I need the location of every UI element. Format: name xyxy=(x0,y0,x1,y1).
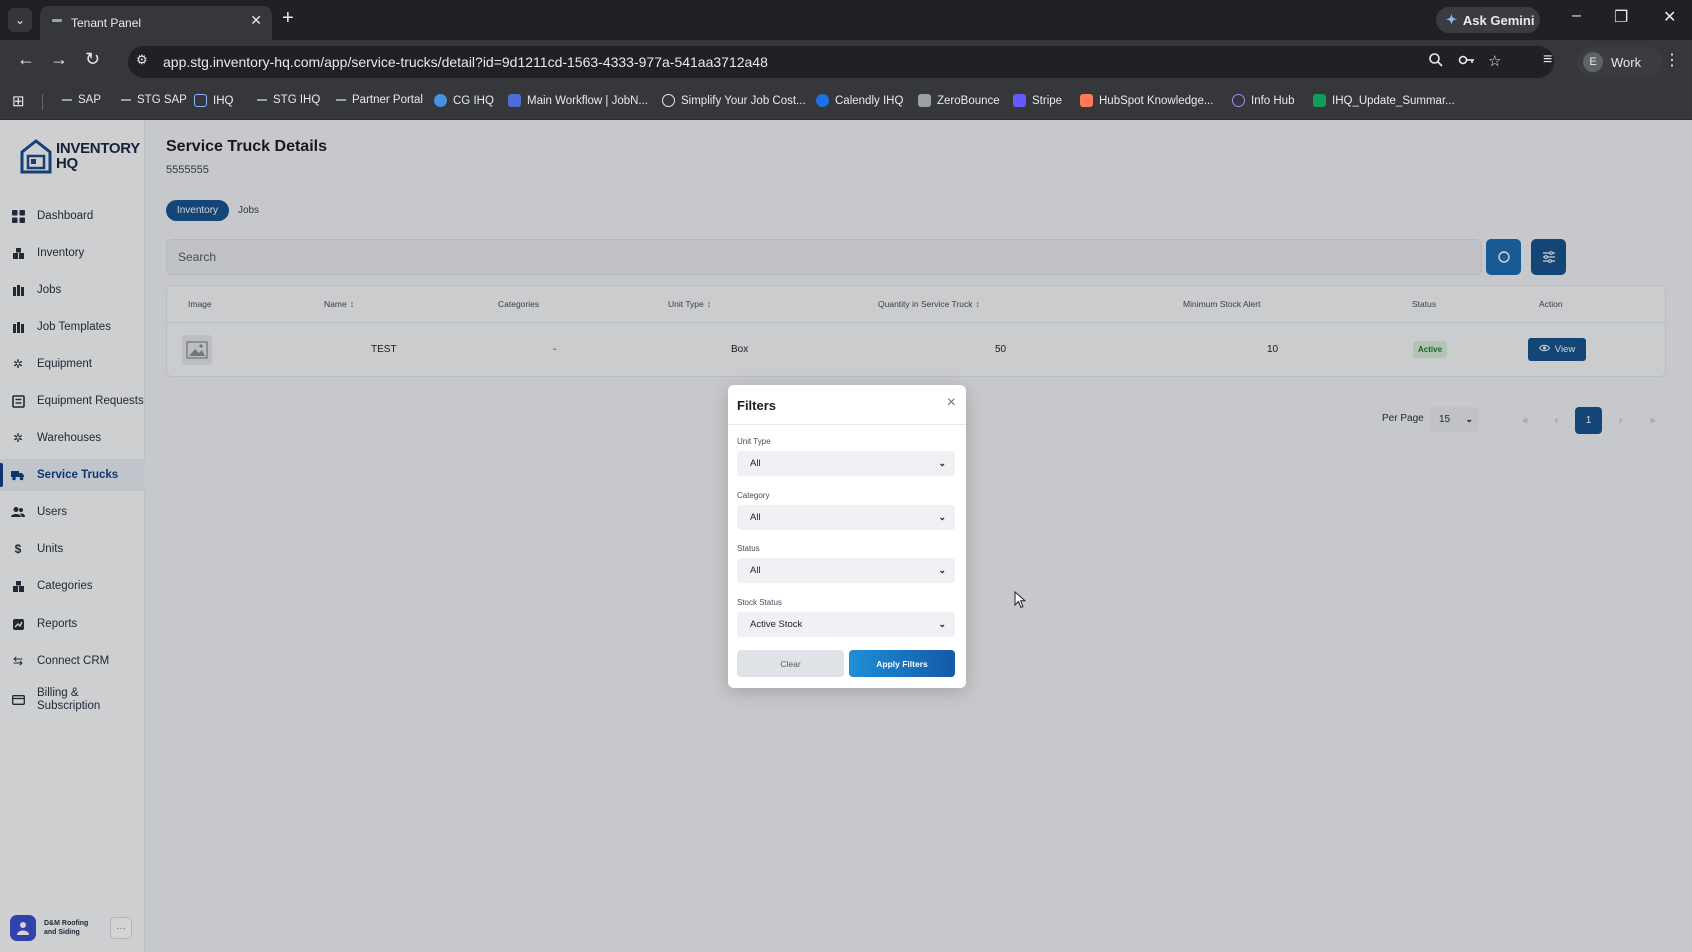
password-key-icon[interactable] xyxy=(1458,52,1476,72)
bookmark-item[interactable]: Main Workflow | JobN... xyxy=(508,94,648,107)
new-tab-button[interactable]: + xyxy=(282,7,294,30)
profile-label: Work xyxy=(1611,54,1642,70)
house-icon xyxy=(194,94,207,107)
bookmarks-bar: ⊞ SAP STG SAP IHQ STG IHQ Partner Portal… xyxy=(0,84,1692,120)
stock-status-label: Stock Status xyxy=(737,598,782,607)
bookmark-label: STG SAP xyxy=(137,94,187,106)
reload-icon[interactable]: ↻ xyxy=(85,49,100,70)
dash-favicon-icon xyxy=(62,99,72,101)
bookmark-label: Simplify Your Job Cost... xyxy=(681,94,806,107)
bookmark-label: Stripe xyxy=(1032,94,1063,107)
bookmark-item[interactable]: STG SAP xyxy=(121,94,187,106)
browser-tab-strip: ⌄ Tenant Panel ✕ + ✦ Ask Gemini – ❐ ✕ xyxy=(0,0,1692,40)
bookmark-label: CG IHQ xyxy=(453,94,494,107)
chevron-down-icon: ⌄ xyxy=(938,512,946,522)
back-icon[interactable]: ← xyxy=(17,49,35,70)
bookmark-label: Partner Portal xyxy=(352,94,423,106)
address-bar[interactable]: ⚙ app.stg.inventory-hq.com/app/service-t… xyxy=(128,46,1554,78)
bookmark-item[interactable]: STG IHQ xyxy=(257,94,320,106)
modal-title: Filters xyxy=(737,398,777,413)
bookmark-item[interactable]: ZeroBounce xyxy=(918,94,1000,107)
unit-type-label: Unit Type xyxy=(737,437,771,446)
stock-status-select[interactable]: Active Stock ⌄ xyxy=(737,612,955,637)
restore-window-button[interactable]: ❐ xyxy=(1614,7,1628,27)
stripe-icon xyxy=(1013,94,1026,107)
dash-favicon-icon xyxy=(257,99,267,101)
bookmark-label: HubSpot Knowledge... xyxy=(1099,94,1214,107)
dash-favicon-icon xyxy=(121,99,131,101)
calendly-icon xyxy=(816,94,829,107)
bookmark-item[interactable]: CG IHQ xyxy=(434,94,494,107)
bookmarks-divider xyxy=(42,94,43,110)
forward-icon[interactable]: → xyxy=(50,49,68,70)
bookmark-label: STG IHQ xyxy=(273,94,321,106)
bookmark-label: IHQ_Update_Summar... xyxy=(1332,94,1455,107)
bookmark-label: Info Hub xyxy=(1251,94,1295,107)
zoom-icon[interactable] xyxy=(1428,52,1444,72)
clear-button[interactable]: Clear xyxy=(737,650,844,677)
tab-title: Tenant Panel xyxy=(71,16,142,30)
bookmark-item[interactable]: Partner Portal xyxy=(336,94,423,106)
hubspot-icon xyxy=(1080,94,1093,107)
sheets-icon xyxy=(1313,94,1326,107)
browser-menu-icon[interactable]: ⋮ xyxy=(1664,50,1680,70)
bookmark-item[interactable]: IHQ_Update_Summar... xyxy=(1313,94,1455,107)
apply-filters-button[interactable]: Apply Filters xyxy=(849,650,955,677)
bookmark-item[interactable]: HubSpot Knowledge... xyxy=(1080,94,1213,107)
chevron-down-icon: ⌄ xyxy=(938,619,946,629)
stock-status-value: Active Stock xyxy=(750,619,803,630)
close-window-button[interactable]: ✕ xyxy=(1663,7,1676,27)
bookmark-label: ZeroBounce xyxy=(937,94,1000,107)
browser-toolbar: ← → ↻ ⚙ app.stg.inventory-hq.com/app/ser… xyxy=(0,40,1692,84)
site-info-icon[interactable]: ⚙ xyxy=(136,52,148,68)
apps-grid-icon[interactable]: ⊞ xyxy=(12,92,25,110)
globe-icon xyxy=(662,94,675,107)
status-value: All xyxy=(750,565,761,576)
profile-button[interactable]: E Work xyxy=(1577,47,1663,77)
url-text[interactable]: app.stg.inventory-hq.com/app/service-tru… xyxy=(163,54,768,70)
status-select[interactable]: All ⌄ xyxy=(737,558,955,583)
close-tab-icon[interactable]: ✕ xyxy=(250,12,262,29)
browser-tab[interactable]: Tenant Panel ✕ xyxy=(40,6,272,40)
workflow-icon xyxy=(508,94,521,107)
unit-type-value: All xyxy=(750,458,761,469)
reading-list-icon[interactable]: ≡ xyxy=(1543,51,1552,69)
bookmark-star-icon[interactable]: ☆ xyxy=(1488,52,1501,70)
bookmark-item[interactable]: Info Hub xyxy=(1232,94,1294,107)
ask-gemini-button[interactable]: ✦ Ask Gemini xyxy=(1436,7,1540,33)
bookmark-item[interactable]: IHQ xyxy=(194,94,233,107)
bookmark-label: Main Workflow | JobN... xyxy=(527,94,649,107)
chevron-down-icon: ⌄ xyxy=(938,458,946,468)
bookmark-label: SAP xyxy=(78,94,102,106)
profile-avatar: E xyxy=(1583,52,1603,72)
bookmark-item[interactable]: Calendly IHQ xyxy=(816,94,903,107)
bookmark-item[interactable]: SAP xyxy=(62,94,101,106)
bookmark-label: IHQ xyxy=(213,94,234,107)
tab-favicon-icon xyxy=(52,19,62,22)
info-hub-icon xyxy=(1232,94,1245,107)
category-select[interactable]: All ⌄ xyxy=(737,505,955,530)
tab-search-button[interactable]: ⌄ xyxy=(8,8,32,32)
globe-icon xyxy=(434,94,447,107)
category-value: All xyxy=(750,512,761,523)
filters-modal: Filters × Unit Type All ⌄ Category All ⌄… xyxy=(728,385,966,688)
bookmark-label: Calendly IHQ xyxy=(835,94,904,107)
mouse-cursor-icon xyxy=(1014,590,1027,614)
chevron-down-icon: ⌄ xyxy=(938,565,946,575)
zerobounce-icon xyxy=(918,94,931,107)
dash-favicon-icon xyxy=(336,99,346,101)
ask-gemini-label: Ask Gemini xyxy=(1462,12,1535,28)
bookmark-item[interactable]: Simplify Your Job Cost... xyxy=(662,94,806,107)
category-label: Category xyxy=(737,491,770,500)
bookmark-item[interactable]: Stripe xyxy=(1013,94,1062,107)
minimize-window-button[interactable]: – xyxy=(1572,7,1581,25)
close-icon[interactable]: × xyxy=(947,395,956,411)
unit-type-select[interactable]: All ⌄ xyxy=(737,451,955,476)
gemini-icon: ✦ xyxy=(1446,12,1457,27)
status-label: Status xyxy=(737,544,760,553)
modal-divider xyxy=(728,424,966,425)
